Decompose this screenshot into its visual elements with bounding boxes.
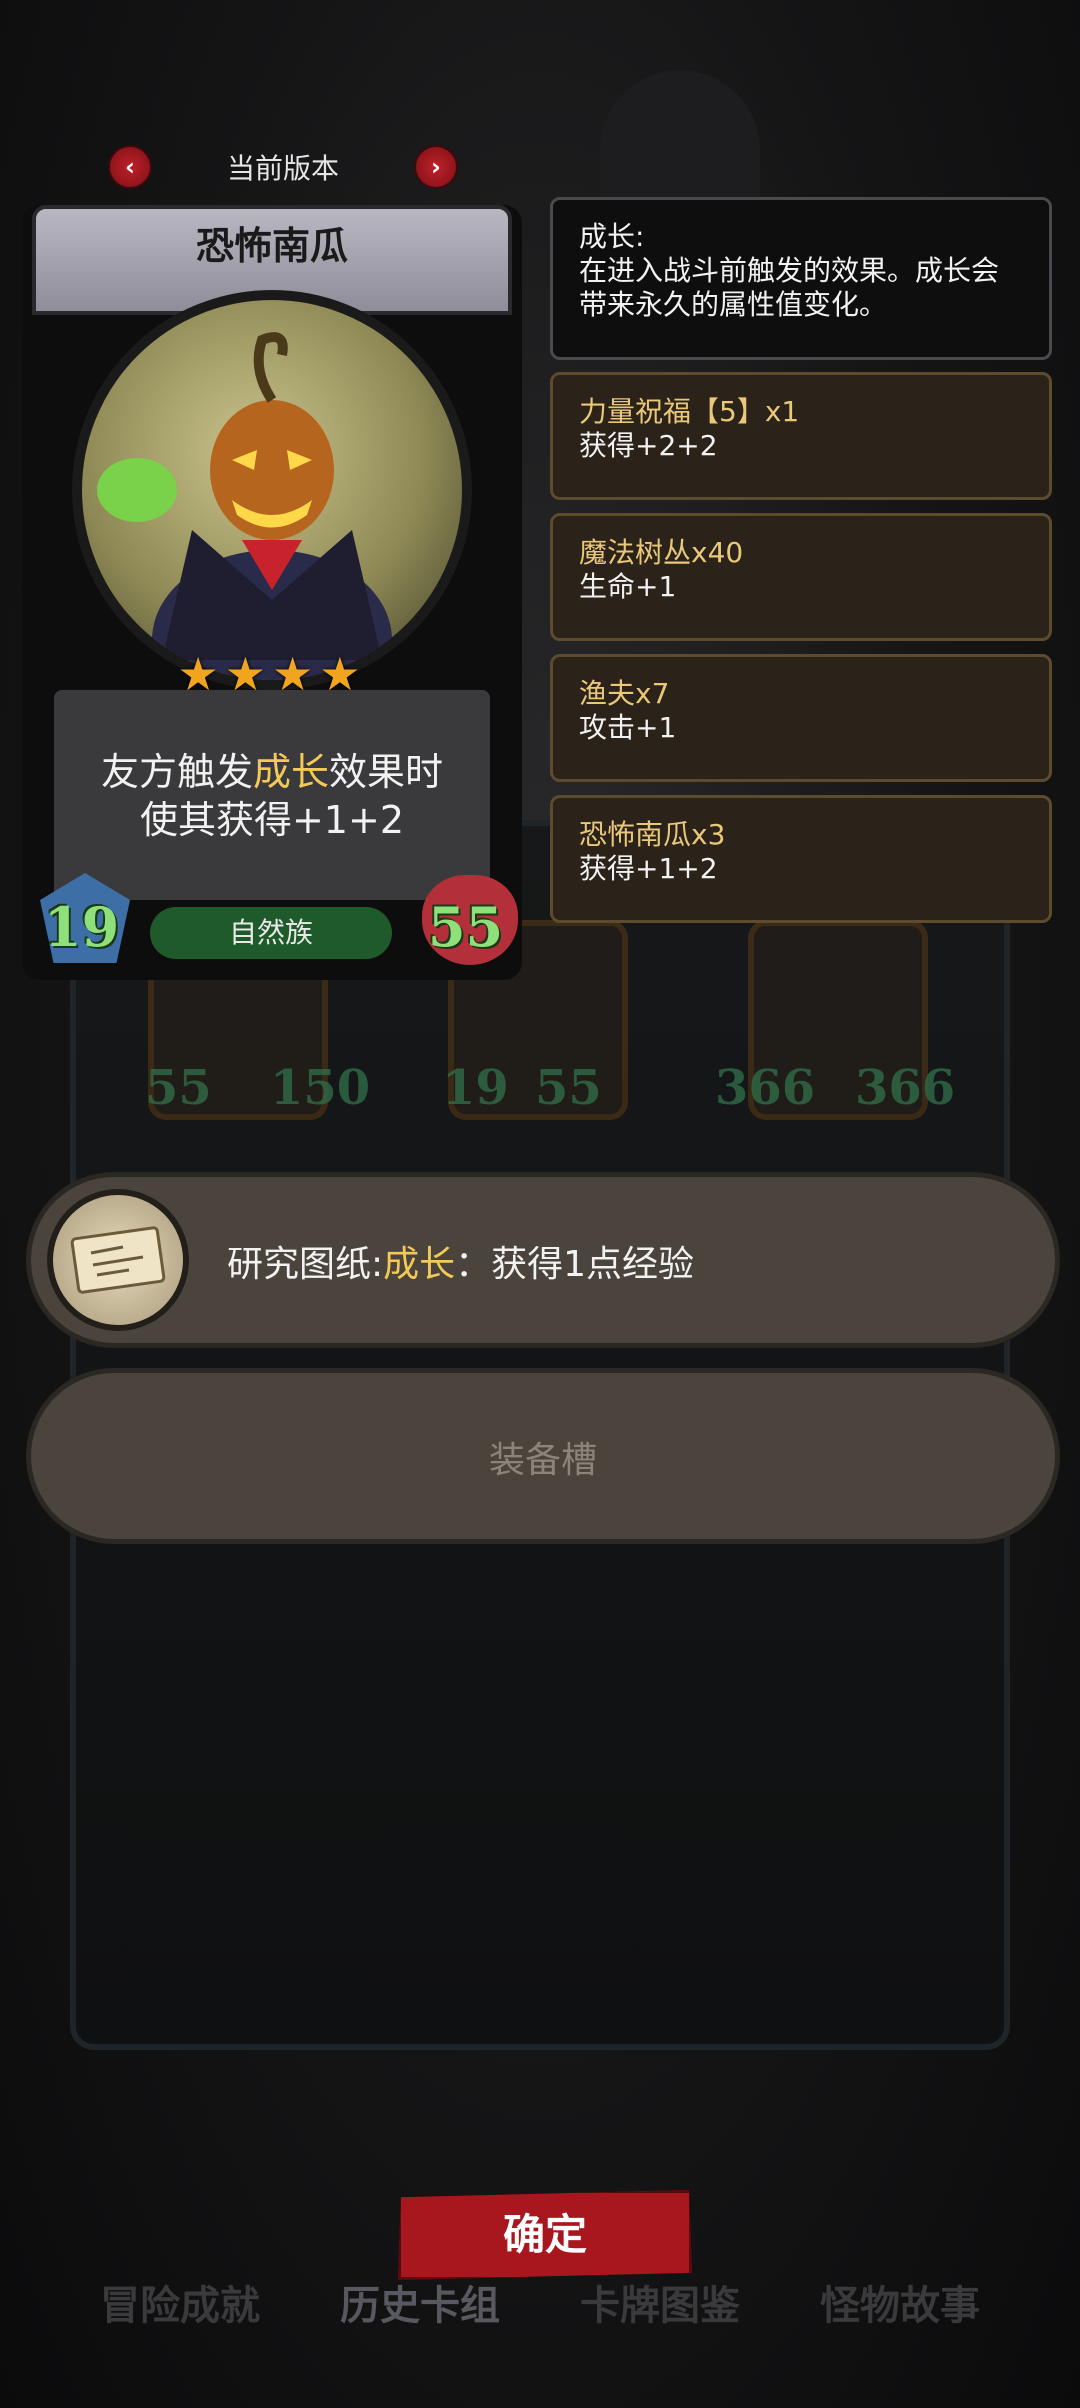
equipment-slot-label: 装备槽 xyxy=(488,1440,597,1481)
ability-text-post: 效果时 xyxy=(329,750,444,794)
monster-card: 恐怖南瓜 ★★★★ 友方触发成长效果时 使其获得+1+2 19 55 自然族 xyxy=(22,205,522,980)
chevron-right-icon[interactable]: › xyxy=(413,145,458,189)
buff-panel: 恐怖南瓜x3 获得+1+2 xyxy=(550,795,1052,923)
card-attack-value: 19 xyxy=(44,895,120,959)
keyword-title: 成长: xyxy=(579,220,645,253)
buff-panel: 渔夫x7 攻击+1 xyxy=(550,654,1052,782)
tab-monster-stories[interactable]: 怪物故事 xyxy=(820,2273,980,2331)
buff-effect: 攻击+1 xyxy=(579,711,677,744)
blueprint-scroll-icon xyxy=(47,1189,189,1331)
buff-effect: 生命+1 xyxy=(579,570,677,603)
buff-title: 恐怖南瓜x3 xyxy=(579,818,726,851)
ability-keyword[interactable]: 成长 xyxy=(253,750,329,794)
pumpkin-monster-illustration xyxy=(97,332,392,680)
ability-text-pre: 友方触发 xyxy=(100,750,253,794)
card-health-value: 55 xyxy=(428,895,504,959)
buff-title: 渔夫x7 xyxy=(579,677,670,710)
confirm-button[interactable]: 确定 xyxy=(398,2190,692,2280)
mini-card-2-attack: 19 xyxy=(442,1060,509,1116)
tab-adventure-achievements[interactable]: 冒险成就 xyxy=(100,2273,260,2331)
equipment-item-text: 研究图纸:成长：获得1点经验 xyxy=(227,1235,694,1287)
buff-panel: 力量祝福【5】x1 获得+2+2 xyxy=(550,372,1052,500)
pumpkin-monster-portrait xyxy=(72,290,472,690)
buff-title: 力量祝福【5】x1 xyxy=(579,395,800,428)
mini-card-3-attack: 366 xyxy=(715,1060,816,1116)
tab-history-decks[interactable]: 历史卡组 xyxy=(340,2273,500,2331)
tribe-badge: 自然族 xyxy=(150,907,392,959)
version-label: 当前版本 xyxy=(226,152,339,185)
buff-effect: 获得+2+2 xyxy=(579,429,718,462)
mini-card-1-attack: 55 xyxy=(145,1060,212,1116)
tab-card-collection[interactable]: 卡牌图鉴 xyxy=(580,2273,740,2331)
keyword-description: 在进入战斗前触发的效果。成长会带来永久的属性值变化。 xyxy=(579,254,1000,321)
blueprint-scroll-icon-graphic xyxy=(70,1226,166,1294)
buff-panel: 魔法树丛x40 生命+1 xyxy=(550,513,1052,641)
equipment-slot-empty[interactable]: 装备槽 xyxy=(26,1368,1060,1544)
mini-card-2-health: 55 xyxy=(535,1060,602,1116)
buff-effect: 获得+1+2 xyxy=(579,852,718,885)
card-name: 恐怖南瓜 xyxy=(195,224,348,268)
equipment-slot-filled[interactable]: 研究图纸:成长：获得1点经验 xyxy=(26,1172,1060,1348)
bottom-nav: 冒险成就 历史卡组 卡牌图鉴 怪物故事 xyxy=(60,2272,1020,2332)
mini-card-1-health: 150 xyxy=(270,1060,371,1116)
version-switcher: ‹ 当前版本 › xyxy=(108,145,458,189)
ability-text: 友方触发成长效果时 使其获得+1+2 xyxy=(54,748,490,844)
equipment-item-keyword: 成长 xyxy=(383,1244,456,1285)
keyword-description-panel: 成长: 在进入战斗前触发的效果。成长会带来永久的属性值变化。 xyxy=(550,197,1052,360)
ability-box: 友方触发成长效果时 使其获得+1+2 xyxy=(54,690,490,900)
equipment-item-suffix: ：获得1点经验 xyxy=(455,1244,695,1285)
equipment-item-prefix: 研究图纸: xyxy=(227,1244,384,1285)
mini-card-3-health: 366 xyxy=(855,1060,956,1116)
chevron-left-icon[interactable]: ‹ xyxy=(108,145,152,189)
ability-text-line2: 使其获得+1+2 xyxy=(139,798,405,842)
buff-title: 魔法树丛x40 xyxy=(579,536,744,569)
